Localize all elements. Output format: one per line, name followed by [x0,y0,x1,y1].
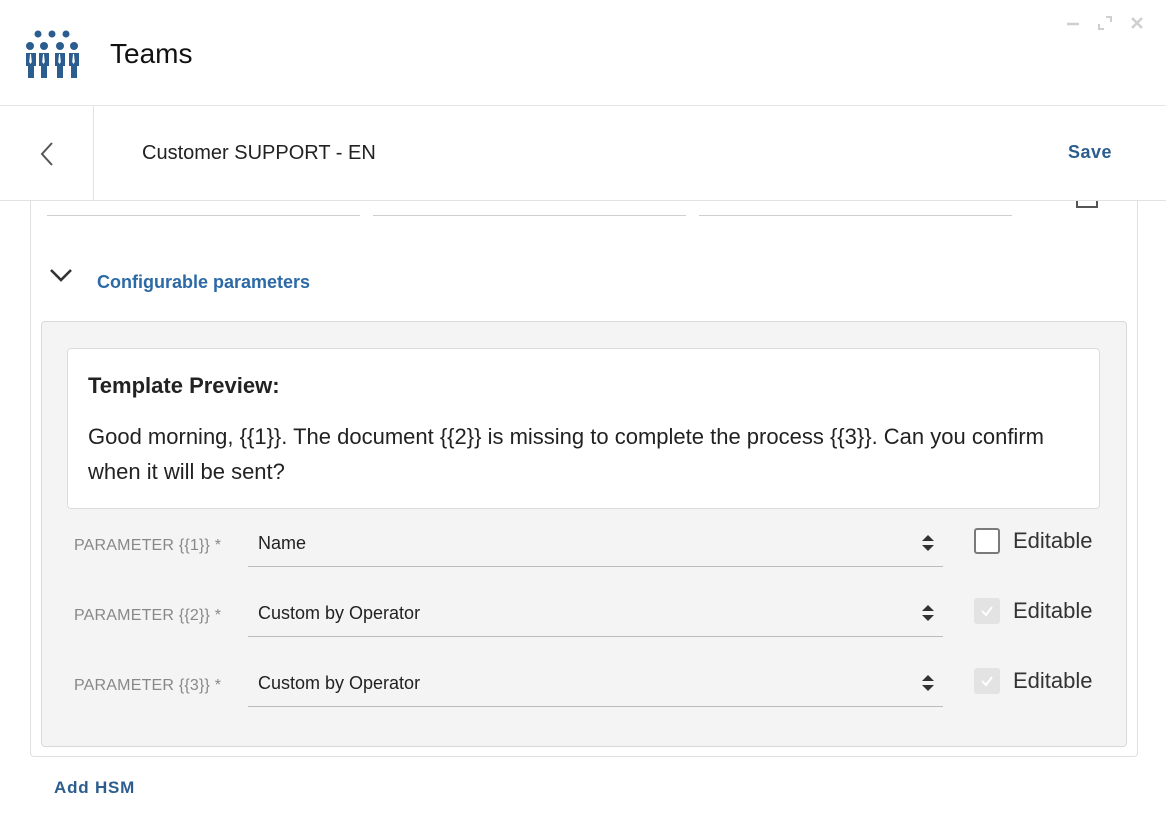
add-hsm-button[interactable]: Add HSM [54,778,135,798]
editable-label: Editable [1013,528,1093,553]
app-title: Teams [110,38,193,69]
field-underline [699,215,1012,216]
field-underline [47,215,360,216]
close-icon[interactable] [1128,14,1146,32]
parameter-label: PARAMETER {{1}} * [74,537,222,554]
checkmark-icon [981,676,993,687]
section-toggle[interactable] [48,266,74,284]
team-people-icon [26,30,79,78]
sub-header: Customer SUPPORT - EN Save [0,106,1166,201]
parameter-label: PARAMETER {{2}} * [74,607,222,624]
parameter-select[interactable]: Custom by Operator [248,591,943,637]
sort-arrows-icon [922,535,934,551]
page-title: Customer SUPPORT - EN [142,142,376,164]
parameter-row: PARAMETER {{3}} * Custom by Operator Edi… [41,661,1127,721]
preview-title: Template Preview: [88,373,280,398]
parameter-label: PARAMETER {{3}} * [74,677,222,694]
parameter-select-value: Name [258,533,307,553]
chevron-left-icon [40,141,53,166]
section-label[interactable]: Configurable parameters [97,272,310,293]
parameter-select-value: Custom by Operator [258,603,421,623]
minimize-icon[interactable] [1064,14,1082,32]
editable-checkbox[interactable] [974,528,1000,554]
editable-label: Editable [1013,668,1093,693]
sort-arrows-icon [922,675,934,691]
parameter-select[interactable]: Custom by Operator [248,661,943,707]
save-button[interactable]: Save [1068,142,1112,163]
sort-arrows-icon [922,605,934,621]
editable-checkbox[interactable] [974,668,1000,694]
parameter-select[interactable]: Name [248,521,943,567]
app-header: Teams [0,0,1166,106]
window-controls [1064,14,1146,32]
maximize-icon[interactable] [1096,14,1114,32]
editable-checkbox[interactable] [974,598,1000,624]
field-underline [373,215,686,216]
template-preview: Template Preview: Good morning, {{1}}. T… [67,348,1100,509]
parameter-select-value: Custom by Operator [258,673,421,693]
checkmark-icon [981,606,993,617]
editable-label: Editable [1013,598,1093,623]
preview-text: Good morning, {{1}}. The document {{2}} … [88,424,1044,484]
back-button[interactable] [0,106,94,201]
chevron-down-icon [50,269,72,282]
parameter-row: PARAMETER {{2}} * Custom by Operator Edi… [41,591,1127,651]
parameter-row: PARAMETER {{1}} * Name Editable [41,521,1127,581]
